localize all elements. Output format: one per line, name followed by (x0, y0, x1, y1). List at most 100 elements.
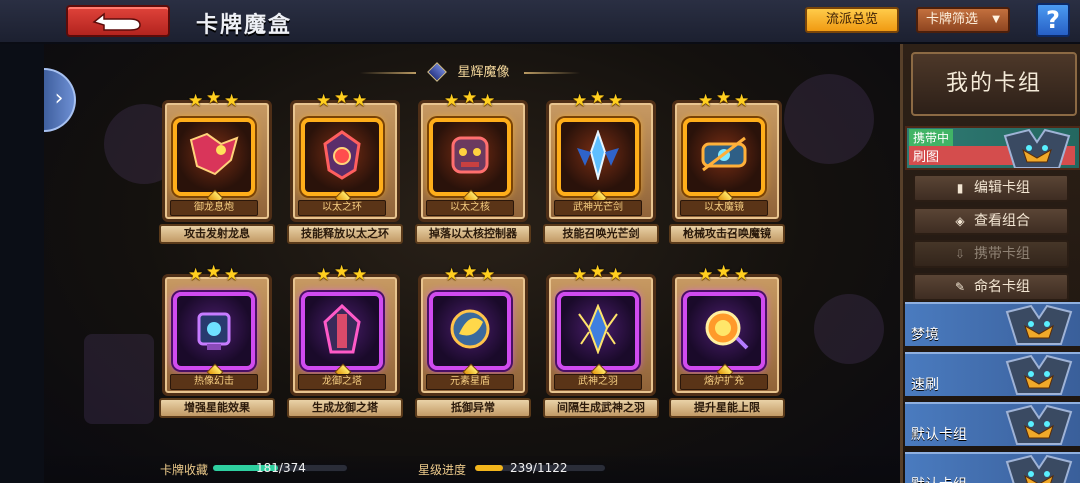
card-grid-area: › 星辉魔像 ★ ★ ★ 御龙息炮 攻击发射龙息 ★ ★ ★ 以太之环 技能释放以太之环 ★ ★ ★ 以太… (44, 44, 900, 483)
star-icon: ★ (462, 88, 478, 108)
star-icon: ★ (608, 265, 624, 285)
card-effect: 增强星能效果 (159, 398, 275, 418)
star-icon: ★ (444, 91, 460, 111)
deck-panel: 我的卡组 携带中 刷图 ▮ 编辑卡组 ◈ 查看组合 ⇩ 携带卡组 ✎ 命名卡组 梦境速刷默认卡… (900, 44, 1080, 483)
card-filter-dropdown[interactable]: 卡牌筛选 ▼ (916, 7, 1010, 33)
deck-name: 梦境 (911, 327, 939, 343)
star-icon: ★ (188, 265, 204, 285)
deck-action-label: 查看组合 (974, 213, 1030, 229)
deck-item-active[interactable]: 携带中 刷图 (905, 126, 1080, 170)
mech-portrait-icon (1005, 354, 1073, 395)
deck-name: 默认卡组 (911, 474, 967, 483)
star-icon: ★ (352, 91, 368, 111)
card-item[interactable]: ★ ★ ★ 龙御之塔 生成龙御之塔 (287, 263, 403, 422)
star-icon: ★ (734, 91, 750, 111)
star-icon: ★ (316, 91, 332, 111)
card-item[interactable]: ★ ★ ★ 以太魔镜 枪械攻击召唤魔镜 (669, 89, 785, 248)
carrying-badge: 携带中 (909, 129, 954, 146)
overview-button[interactable]: 流派总览 (805, 7, 899, 33)
star-icon: ★ (188, 91, 204, 111)
deck-action-button[interactable]: ✎ 命名卡组 (913, 273, 1069, 301)
page-title: 卡牌魔盒 (196, 13, 293, 38)
card-art (173, 118, 255, 196)
mech-portrait-icon (1005, 454, 1073, 483)
card-item[interactable]: ★ ★ ★ 热像幻击 增强星能效果 (159, 263, 275, 422)
card-item[interactable]: ★ ★ ★ 元素星盾 抵御异常 (415, 263, 531, 422)
section-header: 星辉魔像 (360, 60, 580, 86)
star-icon: ★ (224, 265, 240, 285)
card-emblem-icon (187, 304, 241, 358)
card-art (557, 292, 639, 370)
star-icon: ★ (716, 88, 732, 108)
star-icon: ★ (572, 265, 588, 285)
card-art (301, 118, 383, 196)
star-icon: ★ (462, 262, 478, 282)
card-art (429, 118, 511, 196)
card-name: 以太之环 (298, 200, 386, 216)
deck-item[interactable]: 梦境 (905, 302, 1080, 346)
background-decoration (784, 74, 874, 164)
divider (524, 72, 580, 74)
card-item[interactable]: ★ ★ ★ 以太之核 掉落以太核控制器 (415, 89, 531, 248)
emblem-icon (427, 62, 448, 82)
star-icon: ★ (480, 265, 496, 285)
card-effect: 技能释放以太之环 (287, 224, 403, 244)
deck-item[interactable]: 默认卡组 (905, 452, 1080, 483)
collection-label: 卡牌收藏 (160, 463, 209, 477)
card-item[interactable]: ★ ★ ★ 熔炉扩充 提升星能上限 (669, 263, 785, 422)
card-emblem-icon (571, 303, 625, 358)
eye-icon: ◈ (955, 214, 965, 228)
star-icon: ★ (716, 262, 732, 282)
deck-action-button[interactable]: ◈ 查看组合 (913, 207, 1069, 235)
card-effect: 抵御异常 (415, 398, 531, 418)
card-art (173, 292, 255, 370)
expand-side-tab[interactable]: › (44, 68, 76, 132)
card-effect: 间隔生成武神之羽 (543, 398, 659, 418)
star-icon: ★ (206, 88, 222, 108)
help-button[interactable]: ? (1036, 3, 1070, 37)
section-title: 星辉魔像 (457, 65, 510, 80)
mech-portrait-icon (1005, 404, 1073, 445)
card-name: 热像幻击 (170, 374, 258, 390)
card-item[interactable]: ★ ★ ★ 武神光芒剑 技能召唤光芒剑 (543, 89, 659, 248)
card-art (557, 118, 639, 196)
card-name: 元素星盾 (426, 374, 514, 390)
background-decoration (84, 334, 154, 424)
card-item[interactable]: ★ ★ ★ 御龙息炮 攻击发射龙息 (159, 89, 275, 248)
star-icon: ★ (334, 262, 350, 282)
card-effect: 攻击发射龙息 (159, 224, 275, 244)
star-icon: ★ (734, 265, 750, 285)
chevron-down-icon: ▼ (992, 14, 1000, 25)
deck-panel-title: 我的卡组 (911, 52, 1077, 116)
divider (360, 72, 416, 74)
card-effect: 生成龙御之塔 (287, 398, 403, 418)
star-progress-label: 星级进度 (418, 463, 467, 477)
back-button[interactable] (66, 5, 170, 37)
card-emblem-icon (571, 128, 625, 184)
clipboard-icon: ▮ (956, 181, 964, 195)
card-art (429, 292, 511, 370)
card-art (683, 292, 765, 370)
deck-name: 速刷 (911, 377, 939, 393)
deck-action-button[interactable]: ⇩ 携带卡组 (913, 240, 1069, 268)
deck-item[interactable]: 速刷 (905, 352, 1080, 396)
star-icon: ★ (334, 88, 350, 108)
card-emblem-icon (315, 303, 369, 358)
card-item[interactable]: ★ ★ ★ 武神之羽 间隔生成武神之羽 (543, 263, 659, 422)
star-icon: ★ (352, 265, 368, 285)
card-emblem-icon (697, 130, 751, 184)
card-emblem-icon (315, 130, 369, 184)
back-arrow-icon (92, 12, 141, 31)
card-name: 武神之羽 (554, 374, 642, 390)
star-icon: ★ (590, 88, 606, 108)
card-effect: 技能召唤光芒剑 (543, 224, 659, 244)
card-item[interactable]: ★ ★ ★ 以太之环 技能释放以太之环 (287, 89, 403, 248)
card-name: 武神光芒剑 (554, 200, 642, 216)
star-icon: ★ (572, 91, 588, 111)
deck-item[interactable]: 默认卡组 (905, 402, 1080, 446)
card-art (301, 292, 383, 370)
card-name: 以太魔镜 (680, 200, 768, 216)
card-name: 龙御之塔 (298, 374, 386, 390)
star-icon: ★ (444, 265, 460, 285)
deck-action-button[interactable]: ▮ 编辑卡组 (913, 174, 1069, 202)
